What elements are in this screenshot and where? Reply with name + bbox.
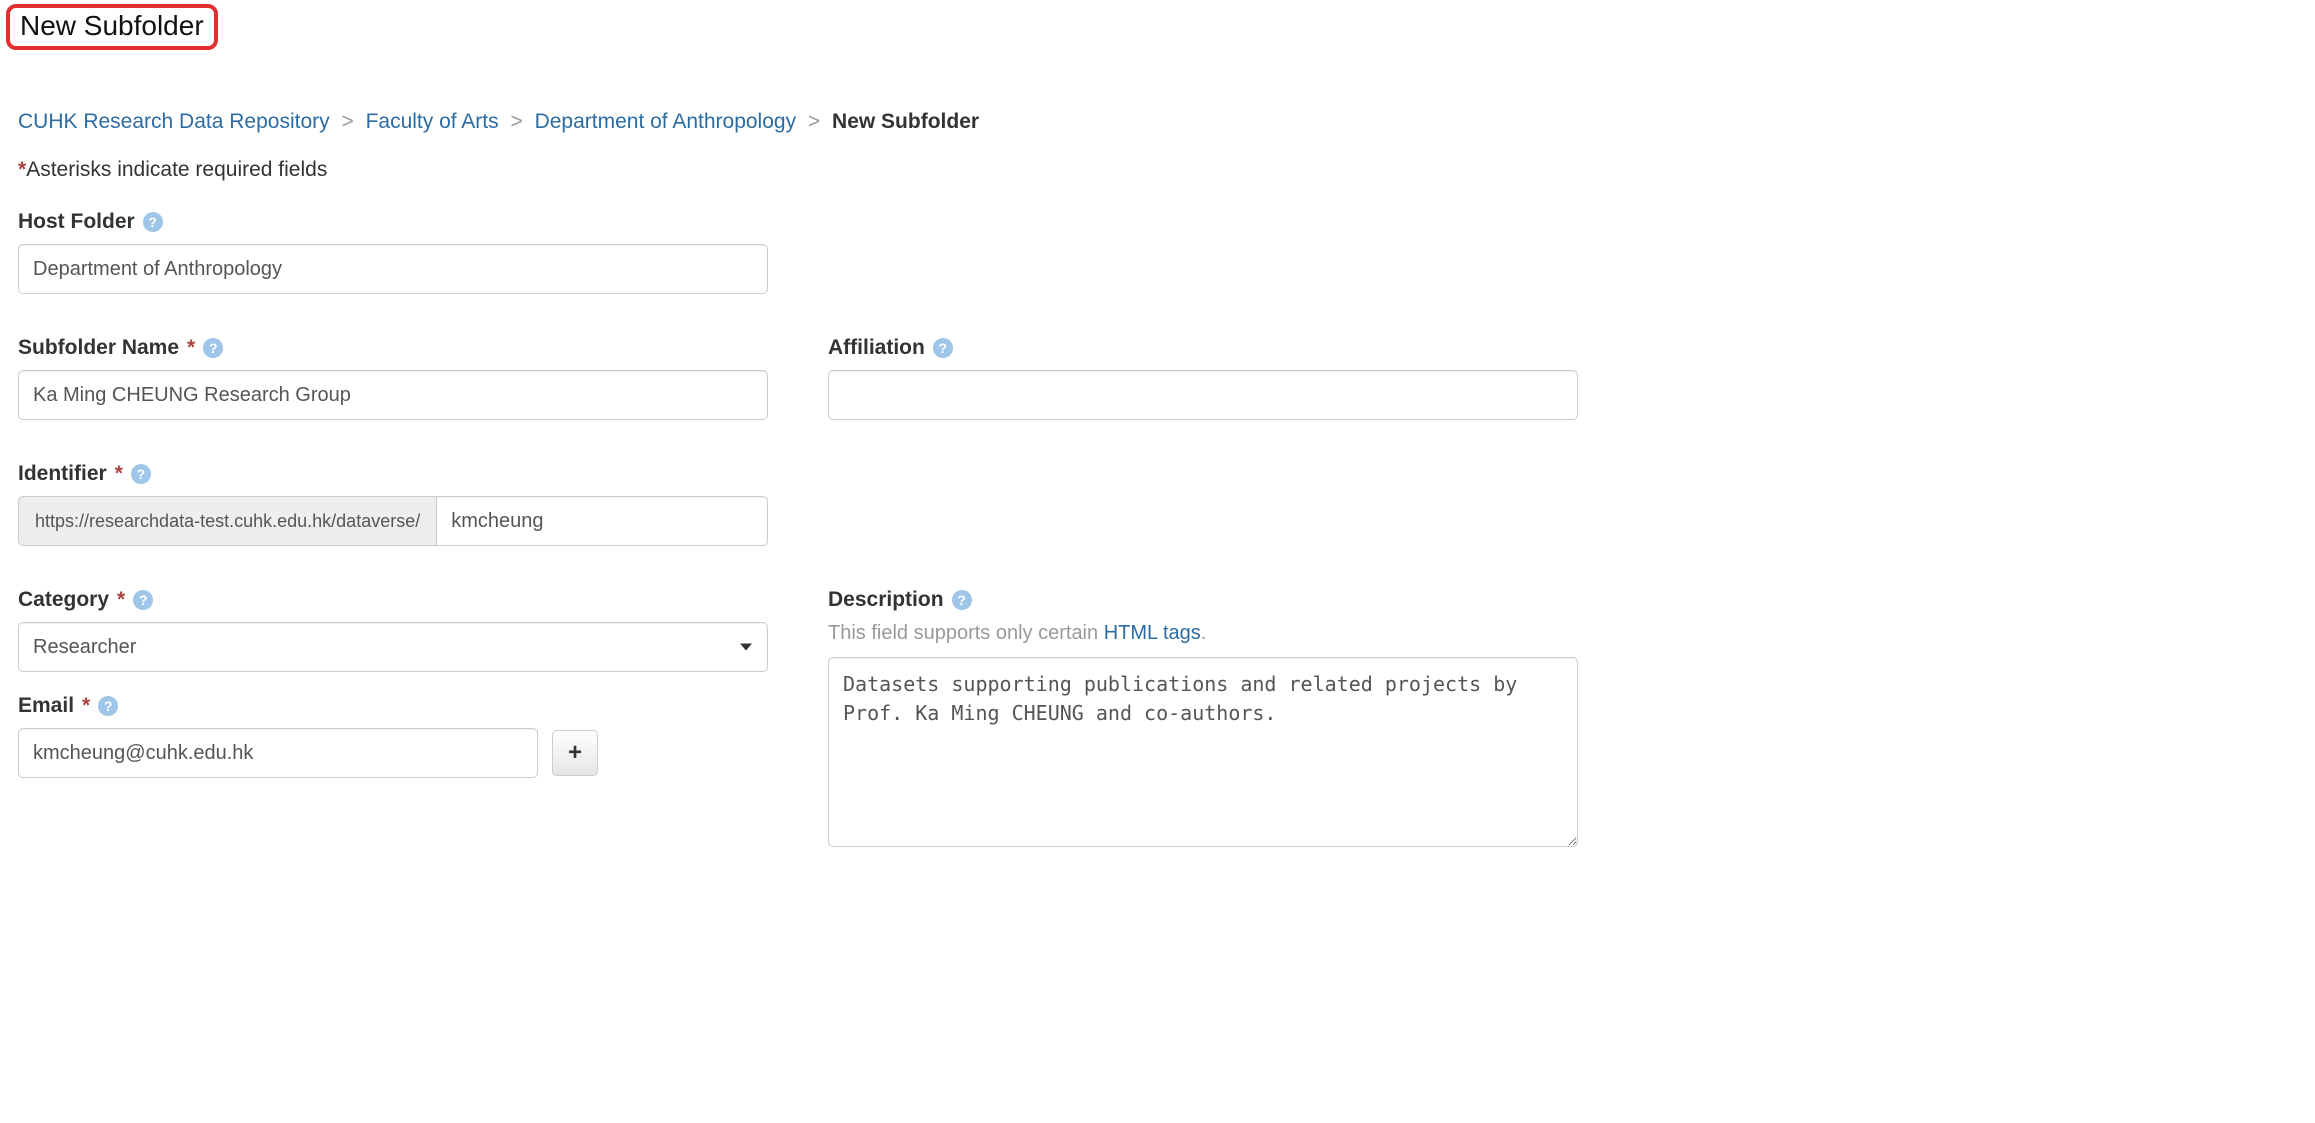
breadcrumb-sep: > <box>808 110 820 133</box>
breadcrumb-link-faculty[interactable]: Faculty of Arts <box>366 110 499 133</box>
plus-icon: + <box>568 739 582 767</box>
asterisk-icon: * <box>117 588 125 612</box>
description-hint: This field supports only certain HTML ta… <box>828 622 1578 645</box>
category-label: Category <box>18 588 109 612</box>
identifier-prefix: https://researchdata-test.cuhk.edu.hk/da… <box>18 496 436 546</box>
description-label: Description <box>828 588 944 612</box>
help-icon[interactable]: ? <box>933 338 953 358</box>
subfolder-name-input[interactable] <box>18 370 768 420</box>
breadcrumb-link-root[interactable]: CUHK Research Data Repository <box>18 110 330 133</box>
breadcrumb-sep: > <box>510 110 522 133</box>
email-input[interactable] <box>18 728 538 778</box>
affiliation-label: Affiliation <box>828 336 925 360</box>
description-textarea[interactable] <box>828 657 1578 847</box>
host-folder-input[interactable] <box>18 244 768 294</box>
required-note-text: Asterisks indicate required fields <box>26 158 327 181</box>
help-icon[interactable]: ? <box>98 696 118 716</box>
description-hint-prefix: This field supports only certain <box>828 622 1104 644</box>
description-hint-suffix: . <box>1201 622 1207 644</box>
subfolder-name-label: Subfolder Name <box>18 336 179 360</box>
required-fields-note: *Asterisks indicate required fields <box>18 158 2297 182</box>
asterisk-icon: * <box>18 158 26 181</box>
identifier-label: Identifier <box>18 462 107 486</box>
help-icon[interactable]: ? <box>143 212 163 232</box>
email-label: Email <box>18 694 74 718</box>
host-folder-label: Host Folder <box>18 210 135 234</box>
breadcrumb-sep: > <box>341 110 353 133</box>
breadcrumb-current: New Subfolder <box>832 110 979 133</box>
add-email-button[interactable]: + <box>552 730 598 776</box>
breadcrumb: CUHK Research Data Repository > Faculty … <box>18 110 2297 134</box>
help-icon[interactable]: ? <box>952 590 972 610</box>
asterisk-icon: * <box>187 336 195 360</box>
affiliation-input[interactable] <box>828 370 1578 420</box>
help-icon[interactable]: ? <box>133 590 153 610</box>
category-select[interactable]: Researcher <box>18 622 768 672</box>
html-tags-link[interactable]: HTML tags <box>1104 622 1201 644</box>
asterisk-icon: * <box>115 462 123 486</box>
help-icon[interactable]: ? <box>203 338 223 358</box>
help-icon[interactable]: ? <box>131 464 151 484</box>
page-title: New Subfolder <box>6 4 218 50</box>
asterisk-icon: * <box>82 694 90 718</box>
breadcrumb-link-department[interactable]: Department of Anthropology <box>535 110 797 133</box>
identifier-input[interactable] <box>436 496 768 546</box>
